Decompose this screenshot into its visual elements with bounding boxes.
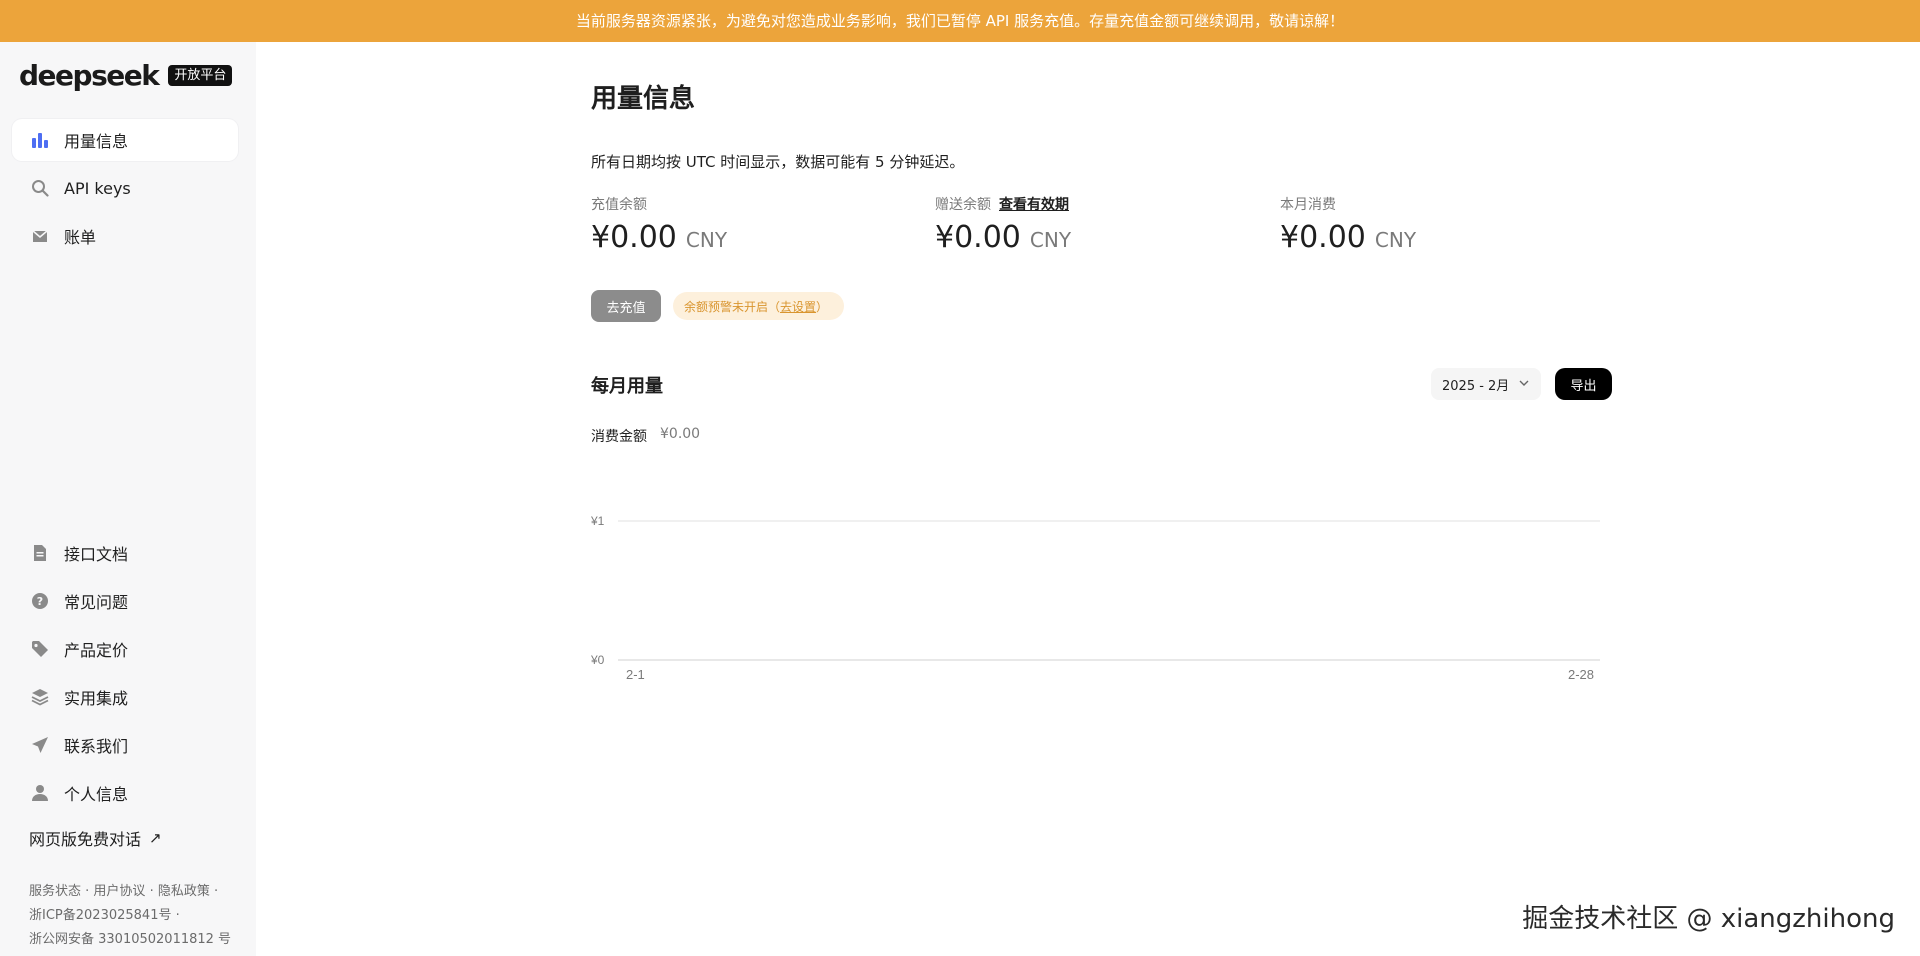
spend-value: ¥0.00 <box>660 426 701 442</box>
sidebar-item-label: 个人信息 <box>64 785 129 804</box>
separator: · <box>209 884 219 899</box>
export-button[interactable]: 导出 <box>1555 368 1612 400</box>
sidebar-item-profile[interactable]: 个人信息 <box>12 772 238 814</box>
stat-amount: ¥0.00 <box>1280 220 1366 255</box>
privacy-policy-link[interactable]: 隐私政策 <box>158 884 210 899</box>
key-search-icon <box>30 178 50 198</box>
user-icon <box>30 783 50 803</box>
user-agreement-link[interactable]: 用户协议 <box>93 884 145 899</box>
logo-text: deepseek <box>19 58 160 92</box>
sidebar-item-label: API keys <box>64 178 131 198</box>
chevron-down-icon <box>1519 380 1529 386</box>
stat-currency: CNY <box>1029 228 1072 252</box>
sidebar-item-label: 联系我们 <box>64 737 129 756</box>
x-tick-label: 2-1 <box>626 667 645 682</box>
watermark: 掘金技术社区 @ xiangzhihong <box>1522 904 1895 934</box>
bar-chart-icon <box>30 130 50 150</box>
question-circle-icon: ? <box>30 591 50 611</box>
month-select-value: 2025 - 2月 <box>1442 378 1510 394</box>
alert-settings-link[interactable]: 去设置 <box>780 298 816 315</box>
layers-icon <box>30 687 50 707</box>
stat-label: 赠送余额 <box>935 197 991 213</box>
send-icon <box>30 735 50 755</box>
sidebar-item-usage[interactable]: 用量信息 <box>12 119 238 161</box>
month-select[interactable]: 2025 - 2月 <box>1431 368 1541 400</box>
sidebar-item-pricing[interactable]: 产品定价 <box>12 628 238 670</box>
sidebar-item-integrations[interactable]: 实用集成 <box>12 676 238 718</box>
page-title: 用量信息 <box>591 84 696 114</box>
web-chat-label: 网页版免费对话 <box>29 830 142 849</box>
balance-alert-pill: 余额预警未开启（ 去设置） <box>673 292 845 320</box>
alert-text-end: ） <box>816 299 829 314</box>
stat-label: 充值余额 <box>591 197 647 213</box>
stat-currency: CNY <box>1374 228 1417 252</box>
separator: · <box>81 884 94 899</box>
sidebar-item-label: 产品定价 <box>64 641 129 660</box>
gift-balance: 赠送余额 查看有效期 ¥0.00 CNY <box>935 194 1071 255</box>
sidebar-item-label: 常见问题 <box>64 593 129 612</box>
sidebar-item-label: 接口文档 <box>64 545 129 564</box>
document-icon <box>30 543 50 563</box>
monthly-spend: 本月消费 ¥0.00 CNY <box>1280 194 1416 255</box>
service-status-link[interactable]: 服务状态 <box>29 884 81 899</box>
y-tick-label: ¥1 <box>591 514 605 528</box>
police-record-link[interactable]: 浙公网安备 33010502011812 号 <box>29 928 231 952</box>
sidebar-item-billing[interactable]: 账单 <box>12 215 238 257</box>
sidebar: deepseek 开放平台 用量信息 API keys 账单 接口文档 ? 常见… <box>0 42 256 956</box>
sidebar-item-api-docs[interactable]: 接口文档 <box>12 532 238 574</box>
recharge-button[interactable]: 去充值 <box>591 290 661 322</box>
external-link-icon: ↗ <box>149 829 162 847</box>
sidebar-item-label: 账单 <box>64 228 97 247</box>
monthly-usage-title: 每月用量 <box>591 376 663 397</box>
y-tick-label: ¥0 <box>591 653 605 667</box>
svg-text:?: ? <box>37 595 43 608</box>
platform-badge: 开放平台 <box>168 64 233 86</box>
stat-amount: ¥0.00 <box>591 220 677 255</box>
sidebar-item-label: 实用集成 <box>64 689 129 708</box>
recharge-balance: 充值余额 ¥0.00 CNY <box>591 194 727 255</box>
utc-notice: 所有日期均按 UTC 时间显示，数据可能有 5 分钟延迟。 <box>591 153 965 171</box>
inbox-icon <box>30 226 50 246</box>
stat-currency: CNY <box>685 228 728 252</box>
service-notice-banner: 当前服务器资源紧张，为避免对您造成业务影响，我们已暂停 API 服务充值。存量充… <box>0 0 1920 42</box>
footer-links: 服务状态 · 用户协议 · 隐私政策 · 浙ICP备2023025841号 · … <box>29 880 231 952</box>
sidebar-item-faq[interactable]: ? 常见问题 <box>12 580 238 622</box>
stat-amount: ¥0.00 <box>935 220 1021 255</box>
tag-icon <box>30 639 50 659</box>
sidebar-item-contact[interactable]: 联系我们 <box>12 724 238 766</box>
logo[interactable]: deepseek 开放平台 <box>19 58 233 92</box>
sidebar-item-api-keys[interactable]: API keys <box>12 167 238 209</box>
web-chat-link[interactable]: 网页版免费对话 ↗ <box>29 826 162 850</box>
stat-label: 本月消费 <box>1280 197 1336 213</box>
alert-text: 余额预警未开启（ <box>684 299 781 314</box>
spend-summary: 消费金额 ¥0.00 <box>591 426 700 446</box>
separator: · <box>145 884 158 899</box>
monthly-usage-chart: ¥1 ¥0 2-1 2-28 <box>591 514 1600 682</box>
view-validity-link[interactable]: 查看有效期 <box>999 194 1069 214</box>
sidebar-item-label: 用量信息 <box>64 132 129 151</box>
spend-label: 消费金额 <box>591 429 647 445</box>
icp-record-link[interactable]: 浙ICP备2023025841号 · <box>29 904 231 928</box>
x-tick-label: 2-28 <box>1568 667 1594 682</box>
